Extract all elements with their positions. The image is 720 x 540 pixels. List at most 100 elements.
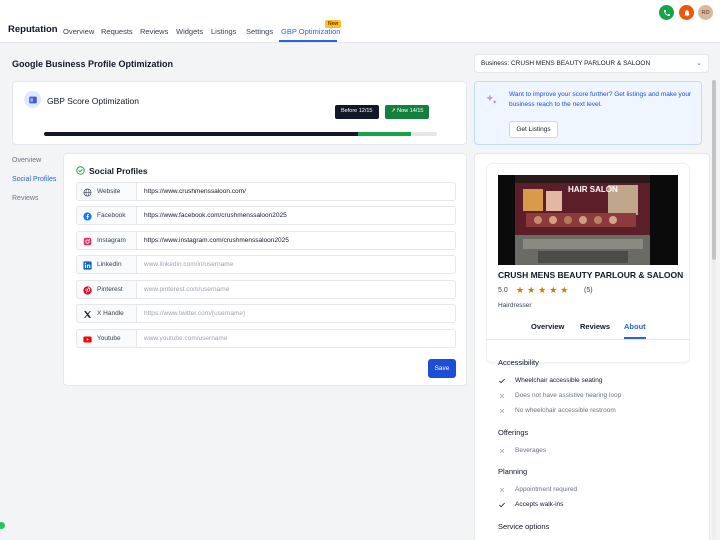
new-badge: New — [325, 20, 342, 28]
nav-tab-reviews[interactable]: Reviews — [140, 27, 168, 36]
preview-tab-reviews[interactable]: Reviews — [580, 322, 610, 331]
youtube-label: Youtube — [76, 329, 137, 348]
nav-tab-listings[interactable]: Listings — [211, 27, 236, 36]
nav-tab-widgets[interactable]: Widgets — [176, 27, 203, 36]
bell-icon — [683, 9, 690, 16]
x-mark-icon — [499, 487, 505, 493]
nav-tab-gbp-optimization[interactable]: GBP Optimization — [281, 27, 340, 36]
x-handle-row: X Handle https://www.twitter.com/{userna… — [76, 304, 456, 323]
preview-tab-divider — [486, 339, 690, 340]
scrollbar-thumb[interactable] — [712, 80, 716, 260]
linkedin-label: LinkedIn — [76, 255, 137, 274]
facebook-label: Facebook — [76, 206, 137, 225]
attribute-item: Appointment required — [515, 486, 578, 493]
business-select-value: Business: CRUSH MENS BEAUTY PARLOUR & SA… — [481, 60, 651, 67]
x-mark-icon — [499, 408, 505, 414]
check-icon — [499, 378, 505, 384]
instagram-input[interactable]: https://www.instagram.com/crushmenssaloo… — [137, 231, 456, 250]
page-scrollbar[interactable] — [712, 80, 716, 540]
review-count: (5) — [584, 287, 593, 294]
x-handle-label: X Handle — [76, 304, 137, 323]
before-score-tooltip: Before 12/15 — [335, 105, 379, 119]
pinterest-label: Pinterest — [76, 280, 137, 299]
business-select[interactable]: Business: CRUSH MENS BEAUTY PARLOUR & SA… — [474, 54, 709, 73]
active-tab-indicator — [279, 40, 337, 42]
score-progress-gain — [358, 132, 411, 136]
facebook-input[interactable]: https://www.facebook.com/crushmenssaloon… — [137, 206, 456, 225]
x-handle-input[interactable]: https://www.twitter.com/{username} — [137, 304, 456, 323]
social-profiles-title: Social Profiles — [89, 166, 148, 176]
social-profiles-card: Social Profiles Website https://www.crus… — [63, 153, 467, 386]
gbp-score-icon — [24, 91, 41, 108]
attribute-item: Beverages — [515, 447, 547, 454]
star-rating: ★★★★★ — [516, 285, 572, 295]
check-circle-icon — [76, 166, 85, 175]
gbp-score-title: GBP Score Optimization — [47, 96, 139, 106]
business-category: Hairdresser — [498, 302, 532, 309]
nav-tab-settings[interactable]: Settings — [246, 27, 273, 36]
pinterest-icon — [83, 286, 92, 295]
side-nav-social-profiles[interactable]: Social Profiles — [12, 176, 56, 183]
business-name: CRUSH MENS BEAUTY PARLOUR & SALOON — [498, 270, 684, 280]
youtube-icon — [83, 336, 92, 343]
attribute-item: No wheelchair accessible restroom — [515, 407, 616, 414]
promo-text: Want to improve your score further? Get … — [509, 91, 692, 108]
nav-tab-requests[interactable]: Requests — [101, 27, 133, 36]
website-row: Website https://www.crushmenssaloon.com/ — [76, 182, 456, 201]
phone-button[interactable] — [659, 5, 674, 20]
instagram-row: Instagram https://www.instagram.com/crus… — [76, 231, 456, 250]
business-photo: HAIR SALON — [498, 175, 678, 265]
status-dot — [0, 522, 5, 529]
score-progress-bar — [44, 132, 437, 136]
instagram-icon — [83, 237, 92, 246]
get-listings-promo: Want to improve your score further? Get … — [474, 81, 702, 145]
instagram-label: Instagram — [76, 231, 137, 250]
youtube-input[interactable]: www.youtube.com/username — [137, 329, 456, 348]
attribute-item: Accepts walk-ins — [515, 501, 564, 508]
gbp-score-card: GBP Score Optimization Before 12/15 ↗ No… — [12, 81, 467, 145]
linkedin-row: LinkedIn www.linkedin.com/in/username — [76, 255, 456, 274]
youtube-row: Youtube www.youtube.com/username — [76, 329, 456, 348]
chevron-down-icon: ⌄ — [696, 60, 702, 67]
score-progress-before — [44, 132, 359, 136]
x-icon — [84, 311, 92, 318]
get-listings-button[interactable]: Get Listings — [509, 121, 558, 138]
before-score-label: Before 12/15 — [341, 108, 373, 114]
section-offerings-title: Offerings — [498, 428, 529, 437]
website-label: Website — [76, 182, 137, 201]
pinterest-input[interactable]: www.pinterest.com/username — [137, 280, 456, 299]
side-nav-overview[interactable]: Overview — [12, 157, 41, 164]
pinterest-row: Pinterest www.pinterest.com/username — [76, 280, 456, 299]
photo-sign-text: HAIR SALON — [568, 185, 618, 194]
section-accessibility-title: Accessibility — [498, 358, 539, 367]
rating-value: 5.0 — [498, 287, 508, 294]
globe-icon — [83, 188, 92, 197]
section-service-options-title: Service options — [498, 522, 550, 531]
brand-title: Reputation — [8, 24, 58, 35]
side-nav-reviews[interactable]: Reviews — [12, 195, 38, 202]
linkedin-input[interactable]: www.linkedin.com/in/username — [137, 255, 456, 274]
preview-tab-overview[interactable]: Overview — [531, 322, 564, 331]
page-title: Google Business Profile Optimization — [12, 59, 174, 69]
linkedin-icon — [83, 261, 92, 270]
facebook-icon — [83, 212, 92, 221]
top-nav-bar: Reputation Overview Requests Reviews Wid… — [0, 0, 720, 43]
attribute-item: Does not have assistive hearing loop — [515, 392, 622, 399]
section-planning-title: Planning — [498, 467, 528, 476]
preview-active-tab-indicator — [624, 337, 646, 339]
website-input[interactable]: https://www.crushmenssaloon.com/ — [137, 182, 456, 201]
user-avatar[interactable]: RD — [698, 5, 713, 20]
preview-tab-about[interactable]: About — [624, 322, 646, 331]
check-icon — [499, 502, 505, 508]
phone-icon — [663, 9, 670, 16]
now-score-label: Now 14/15 — [397, 108, 424, 114]
save-button[interactable]: Save — [428, 359, 456, 378]
nav-tab-overview[interactable]: Overview — [63, 27, 94, 36]
x-mark-icon — [499, 393, 505, 399]
sparkle-icon — [486, 94, 497, 104]
notifications-button[interactable] — [679, 5, 694, 20]
x-mark-icon — [499, 448, 505, 454]
now-score-tooltip: ↗ Now 14/15 — [385, 105, 430, 119]
facebook-row: Facebook https://www.facebook.com/crushm… — [76, 206, 456, 225]
attribute-item: Wheelchair accessible seating — [515, 377, 603, 384]
